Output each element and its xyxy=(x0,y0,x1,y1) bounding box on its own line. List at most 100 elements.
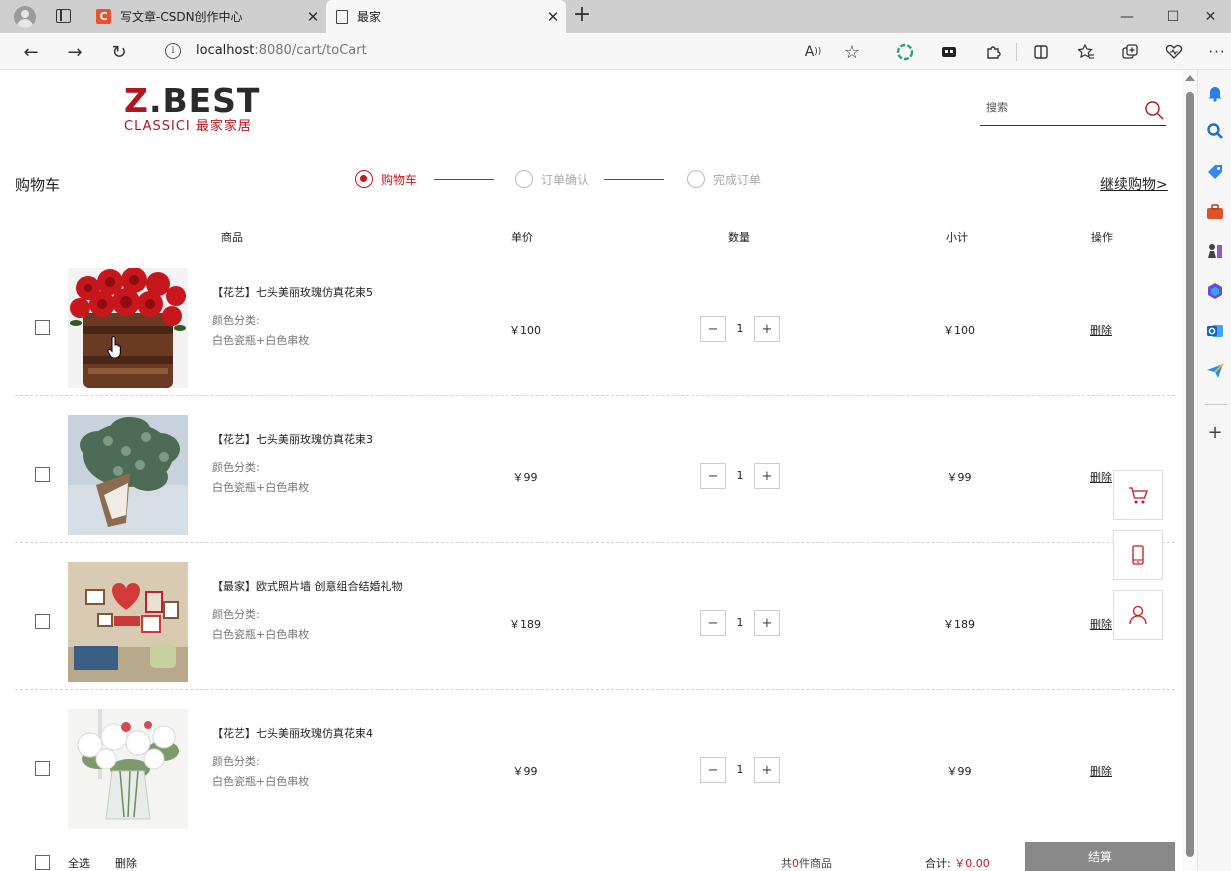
qty-value[interactable]: 1 xyxy=(726,469,754,482)
unit-price: ￥99 xyxy=(512,765,538,778)
float-user-button[interactable] xyxy=(1113,590,1163,640)
browser-essentials-icon[interactable] xyxy=(1163,41,1185,63)
qty-value[interactable]: 1 xyxy=(726,763,754,776)
product-name[interactable]: 【花艺】七头美丽玫瑰仿真花束5 xyxy=(212,284,373,300)
qty-value[interactable]: 1 xyxy=(726,616,754,629)
step-connector xyxy=(434,179,494,180)
product-image-red-roses[interactable] xyxy=(68,268,188,388)
item-checkbox[interactable] xyxy=(35,467,50,482)
add-icon[interactable]: + xyxy=(1206,424,1224,442)
page-scrollbar-thumb[interactable] xyxy=(1186,92,1194,857)
qty-increase-button[interactable]: + xyxy=(754,463,780,489)
briefcase-icon[interactable] xyxy=(1206,203,1224,221)
delete-item-link[interactable]: 删除 xyxy=(1090,616,1112,632)
product-name[interactable]: 【花艺】七头美丽玫瑰仿真花束4 xyxy=(212,725,373,741)
continue-shopping-link[interactable]: 继续购物> xyxy=(1100,174,1168,194)
profile-avatar-icon[interactable] xyxy=(14,6,36,28)
microsoft365-icon[interactable] xyxy=(1206,282,1224,300)
favorites-icon[interactable] xyxy=(1075,41,1097,63)
product-attr-label: 颜色分类: xyxy=(212,461,260,474)
site-info-icon[interactable]: i xyxy=(165,43,181,59)
total-text: 合计: ￥0.00 xyxy=(925,857,990,870)
sidebar-divider xyxy=(1204,404,1228,405)
checkout-button[interactable]: 结算 xyxy=(1025,842,1175,871)
select-all-label[interactable]: 全选 xyxy=(68,855,90,871)
bell-icon[interactable] xyxy=(1206,84,1224,102)
float-mobile-button[interactable] xyxy=(1113,530,1163,580)
read-aloud-icon[interactable]: A)) xyxy=(802,41,824,63)
product-attr-label: 颜色分类: xyxy=(212,314,260,327)
row-subtotal: ￥100 xyxy=(943,324,975,337)
toolbar-divider xyxy=(1016,43,1017,61)
send-icon[interactable] xyxy=(1206,362,1224,380)
tab-csdn[interactable]: C 写文章-CSDN创作中心 ✕ xyxy=(86,0,326,33)
item-checkbox[interactable] xyxy=(35,761,50,776)
step-order-confirm: 订单确认 xyxy=(515,170,589,188)
forward-arrow-icon[interactable]: → xyxy=(60,37,90,67)
scroll-up-arrow-icon[interactable] xyxy=(1185,75,1195,81)
delete-item-link[interactable]: 删除 xyxy=(1090,322,1112,338)
item-checkbox[interactable] xyxy=(35,614,50,629)
extensions-icon[interactable] xyxy=(982,41,1004,63)
address-bar: ← → ↻ i localhost:8080/cart/toCart A)) ☆… xyxy=(0,33,1231,70)
minimize-button[interactable]: — xyxy=(1104,0,1150,33)
cart-title: 购物车 xyxy=(15,176,61,194)
product-attr-value: 白色瓷瓶+白色串枚 xyxy=(212,334,310,347)
new-tab-button[interactable]: + xyxy=(570,4,594,28)
qty-increase-button[interactable]: + xyxy=(754,316,780,342)
close-tab-icon[interactable]: ✕ xyxy=(300,8,326,26)
qty-decrease-button[interactable]: − xyxy=(700,316,726,342)
qty-decrease-button[interactable]: − xyxy=(700,463,726,489)
product-name[interactable]: 【最家】欧式照片墙 创意组合结婚礼物 xyxy=(212,578,403,594)
row-subtotal: ￥189 xyxy=(943,618,975,631)
qty-decrease-button[interactable]: − xyxy=(700,610,726,636)
reload-icon[interactable]: ↻ xyxy=(104,37,134,67)
delete-item-link[interactable]: 删除 xyxy=(1090,469,1112,485)
step-active-icon xyxy=(355,170,373,188)
product-image-white-flowers[interactable] xyxy=(68,709,188,829)
close-window-button[interactable]: ✕ xyxy=(1190,0,1231,33)
tab-actions-icon[interactable] xyxy=(56,9,71,23)
qty-value[interactable]: 1 xyxy=(726,322,754,335)
site-logo[interactable]: Z.BEST CLASSICI 最家家居 xyxy=(124,84,274,140)
chess-icon[interactable] xyxy=(1206,242,1224,260)
header-quantity: 数量 xyxy=(728,231,750,244)
float-cart-button[interactable] xyxy=(1113,470,1163,520)
outlook-icon[interactable] xyxy=(1206,322,1224,340)
collections-add-icon[interactable] xyxy=(1119,41,1141,63)
product-attr-label: 颜色分类: xyxy=(212,755,260,768)
qty-increase-button[interactable]: + xyxy=(754,610,780,636)
total-amount: ￥0.00 xyxy=(954,857,990,870)
back-arrow-icon[interactable]: ← xyxy=(16,37,46,67)
header-unit-price: 单价 xyxy=(511,231,533,244)
item-checkbox[interactable] xyxy=(35,320,50,335)
product-image-eucalyptus-bouquet[interactable] xyxy=(68,415,188,535)
cart-row: 【花艺】七头美丽玫瑰仿真花束3 颜色分类: 白色瓷瓶+白色串枚 ￥99 − 1 … xyxy=(15,396,1175,543)
more-icon[interactable]: ··· xyxy=(1206,41,1228,63)
search-icon[interactable] xyxy=(1206,122,1224,140)
selected-count: 0 xyxy=(792,857,799,870)
product-image-photo-wall[interactable] xyxy=(68,562,188,682)
qty-decrease-button[interactable]: − xyxy=(700,757,726,783)
split-screen-icon[interactable] xyxy=(1030,41,1052,63)
favorite-star-icon[interactable]: ☆ xyxy=(841,41,863,63)
chatgpt-extension-icon[interactable] xyxy=(894,41,916,63)
product-attr-label: 颜色分类: xyxy=(212,608,260,621)
close-tab-icon[interactable]: ✕ xyxy=(540,8,566,26)
page-scrollbar[interactable] xyxy=(1183,70,1197,871)
url-field[interactable]: localhost:8080/cart/toCart xyxy=(196,43,367,58)
search-icon[interactable] xyxy=(1144,100,1164,120)
step-connector xyxy=(604,179,664,180)
delete-item-link[interactable]: 删除 xyxy=(1090,763,1112,779)
collections-icon[interactable] xyxy=(938,41,960,63)
browser-tab-strip: C 写文章-CSDN创作中心 ✕ 最家 ✕ + — ☐ ✕ xyxy=(0,0,1231,33)
step-inactive-icon xyxy=(687,170,705,188)
tag-icon[interactable] xyxy=(1206,163,1224,181)
search-input[interactable] xyxy=(986,102,1136,114)
bulk-delete-link[interactable]: 删除 xyxy=(115,855,137,871)
cart-icon xyxy=(1129,487,1148,504)
product-name[interactable]: 【花艺】七头美丽玫瑰仿真花束3 xyxy=(212,431,373,447)
select-all-checkbox[interactable] xyxy=(35,855,50,870)
tab-active[interactable]: 最家 ✕ xyxy=(326,0,566,33)
qty-increase-button[interactable]: + xyxy=(754,757,780,783)
